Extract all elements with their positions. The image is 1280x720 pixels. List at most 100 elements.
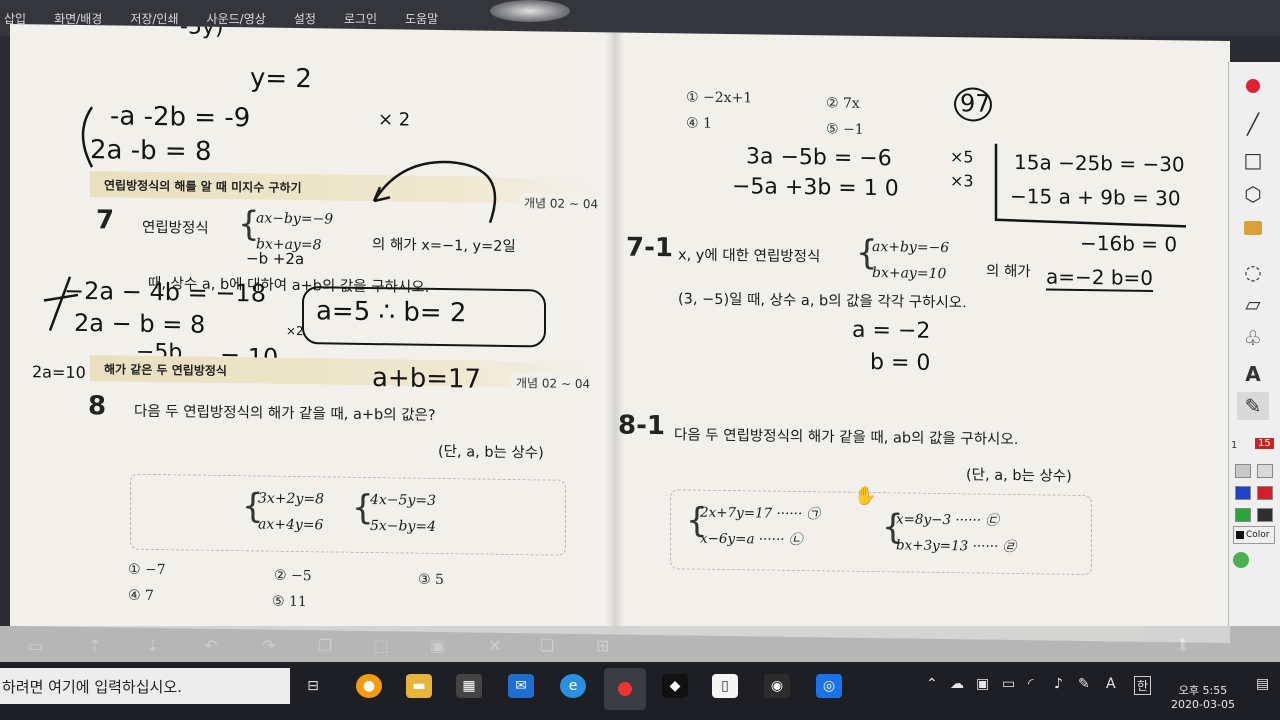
question-text: x, y에 대한 연립방정식 [678,247,821,266]
grid-icon[interactable]: ⊞ [596,636,609,655]
menu-sound-video[interactable]: 사운드/영상 [207,10,266,27]
note-icon[interactable] [1237,214,1269,242]
battery-icon[interactable]: ▭ [1002,676,1015,692]
screen: 삽입 화면/배경 저장/인쇄 사운드/영상 설정 로그인 도움말 -5y) y=… [0,0,1280,720]
color-swatch[interactable] [1257,464,1273,478]
question-text: 연립방정식 [142,219,209,237]
question-number: 7-1 [626,232,673,264]
equation: 4x−5y=3 [370,492,436,509]
volume-icon[interactable]: ♪ [1054,676,1063,692]
answer-choice[interactable]: ④ 1 [686,115,712,131]
lasso-icon[interactable]: ◌ [1237,258,1269,286]
frame-icon[interactable]: ▣ [430,636,445,655]
question-text: 의 해가 [986,263,1031,281]
ime-indicator[interactable]: 한 [1134,676,1152,695]
close-icon[interactable]: ✕ [488,636,501,655]
handwriting-mark [43,276,79,332]
question-text: 다음 두 연립방정식의 해가 같을 때, a+b의 값은? [134,403,436,424]
answer-choice[interactable]: ① −2x+1 [686,89,752,106]
keyboard-icon[interactable]: ▭ [28,636,43,655]
handwriting: a+b=17 [372,363,482,395]
question-text: 의 해가 x=−1, y=2일 [372,237,516,256]
question-note: (단, a, b는 상수) [966,467,1072,485]
record-icon[interactable] [1237,72,1269,100]
color-swatch[interactable] [1257,508,1273,522]
answer-choice[interactable]: ① −7 [128,562,166,579]
page-up-icon[interactable]: ⇡ [88,636,101,655]
handwriting: a = −2 [852,317,931,344]
answer-choice[interactable]: ④ 7 [128,588,154,604]
copy-icon[interactable]: ❐ [318,636,332,655]
menu-save-print[interactable]: 저장/인쇄 [130,10,178,27]
answer-choice[interactable]: ⑤ 11 [272,594,307,610]
document-icon[interactable]: ▯ [712,674,738,698]
task-view-icon[interactable]: ⊟ [300,674,326,698]
highlighter-icon[interactable]: ✎ [1237,392,1269,420]
app-icon[interactable]: ◎ [816,674,842,698]
layers-icon[interactable]: ❏ [540,636,554,655]
play-icon[interactable] [1233,552,1249,568]
eraser-icon[interactable]: ▱ [1237,290,1269,318]
whiteboard-app-icon[interactable] [604,668,646,710]
worksheet-page[interactable]: -5y) y= 2 -a -2b = -9 × 2 2a -b = 8 연립방정… [10,24,1230,644]
page-fold [606,32,624,635]
browser-icon[interactable]: e [560,674,586,698]
handwriting: 3a −5b = −6 [746,144,892,172]
handwriting-arrow [372,160,497,224]
handwriting: −b +2a [246,249,305,269]
app-icon[interactable]: ◆ [662,674,688,698]
handwriting: 2a -b = 8 [90,135,212,167]
undo-icon[interactable]: ↶ [204,636,217,655]
redo-icon[interactable]: ↷ [262,636,275,655]
cloud-icon[interactable]: ☁ [950,676,964,692]
handwriting: b = 0 [870,350,931,376]
answer-choice[interactable]: ② −5 [274,568,312,585]
select-icon[interactable]: ⬚ [374,636,389,655]
pen-icon[interactable]: ✎ [1078,676,1090,692]
equation: 3x+2y=8 [258,490,324,508]
answer-choice[interactable]: ③ 5 [418,572,444,588]
question-number: 7 [96,205,115,236]
color-picker[interactable]: Color [1233,526,1275,544]
rectangle-icon[interactable]: □ [1237,146,1269,174]
download-icon[interactable]: ⬇ [1176,636,1189,655]
answer-choice[interactable]: ⑤ −1 [826,121,864,138]
shapes-icon[interactable]: ♧ [1237,324,1269,352]
handwriting: -a -2b = -9 [110,101,251,134]
color-swatch[interactable] [1257,486,1273,500]
wifi-icon[interactable]: ◜ [1028,676,1033,692]
menu-help[interactable]: 도움말 [405,10,438,27]
equation: ax+4y=6 [258,516,324,534]
menu-settings[interactable]: 설정 [294,10,316,27]
answer-choice[interactable]: ② 7x [826,95,860,111]
text-icon[interactable]: A [1237,360,1269,388]
page-badge: 15 [1255,438,1274,449]
network-icon[interactable]: ▣ [976,676,989,692]
color-swatch[interactable] [1235,464,1251,478]
handwriting: a=5 ∴ b= 2 [316,296,467,329]
question-note: (단, a, b는 상수) [438,443,544,462]
concept-tag: 개념 02 ~ 04 [518,193,605,214]
page-down-icon[interactable]: ⇣ [146,636,159,655]
color-swatch[interactable] [1235,508,1251,522]
chat-app-icon[interactable]: ● [356,674,382,698]
equation: ax−by=−9 [256,210,334,228]
equation: x−6y=a ······ ㉡ [700,530,803,549]
handwriting-brace [81,106,94,168]
color-swatch[interactable] [1235,486,1251,500]
notifications-icon[interactable]: ▤ [1256,676,1269,692]
handwriting: ×5 [950,147,974,167]
color-label: Color [1246,530,1270,540]
hexagon-icon[interactable]: ⬡ [1237,180,1269,208]
chevron-up-icon[interactable]: ⌃ [926,676,938,692]
file-explorer-icon[interactable]: ▬ [406,674,432,698]
equation-system: 2x+7y=17 ······ ㉠ x−6y=a ······ ㉡ [700,500,820,554]
clock[interactable]: 오후 5:55 2020-03-05 [1168,684,1238,712]
pen-line-icon[interactable]: ╱ [1237,110,1269,138]
chrome-icon[interactable]: ◉ [764,674,790,698]
language-indicator[interactable]: A [1106,676,1116,692]
mail-icon[interactable]: ✉ [508,674,534,698]
menu-login[interactable]: 로그인 [344,10,377,27]
store-icon[interactable]: ▦ [456,674,482,698]
taskbar-search[interactable]: 하려면 여기에 입력하십시오. [0,668,290,704]
